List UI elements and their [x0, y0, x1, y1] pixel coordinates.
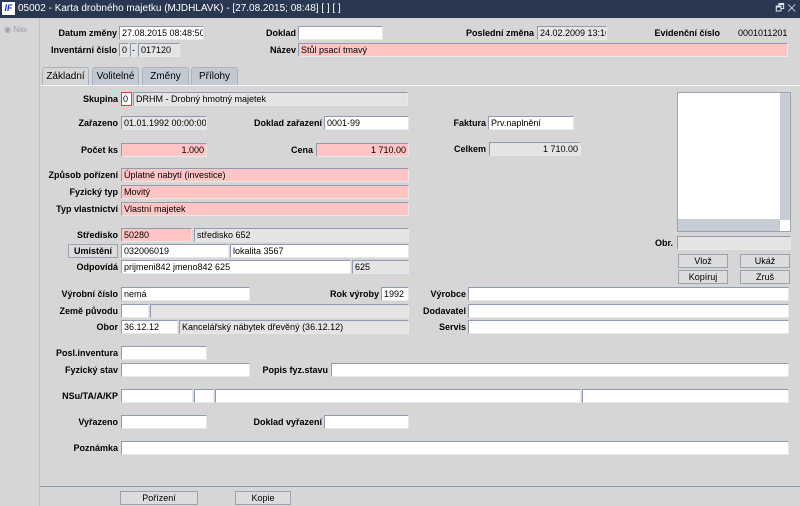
zeme-label: Země původu	[59, 306, 118, 316]
nsu-field-3[interactable]	[215, 389, 581, 403]
nsu-label: NSu/TA/A/KP	[62, 391, 118, 401]
nav-button[interactable]: ◉ Nav	[4, 25, 27, 34]
vloz-button[interactable]: Vlož	[678, 254, 728, 268]
tab-zakladni[interactable]: Základní	[42, 67, 89, 85]
celkem-label: Celkem	[453, 144, 486, 154]
horizontal-scrollbar[interactable]	[678, 219, 780, 231]
obr-label: Obr.	[654, 238, 673, 248]
vertical-scrollbar[interactable]	[780, 93, 790, 220]
cena-field[interactable]: 1 710.00	[316, 143, 409, 157]
stredisko-desc-field: středisko 652	[194, 228, 409, 242]
fyz-typ-label: Fyzický typ	[69, 187, 118, 197]
posledni-zmena-label: Poslední změna	[465, 28, 534, 38]
zrus-button[interactable]: Zruš	[740, 270, 790, 284]
vyrobce-field[interactable]	[468, 287, 789, 301]
nazev-field[interactable]: Stůl psací tmavý	[298, 43, 788, 57]
evidencni-cislo-value: 0001011201	[738, 28, 788, 38]
sidebar: ◉ Nav	[0, 18, 40, 506]
obor-field[interactable]: 36.12.12	[121, 320, 178, 334]
rok-field[interactable]: 1992	[381, 287, 409, 301]
zarazeno-label: Zařazeno	[78, 118, 118, 128]
zeme-field[interactable]	[121, 304, 149, 318]
poznamka-label: Poznámka	[73, 443, 118, 453]
popis-fyz-field[interactable]	[331, 363, 789, 377]
zeme-desc-field	[150, 304, 409, 318]
inventarni-cislo-label: Inventární číslo	[50, 45, 117, 55]
title-bar: IF 05002 - Karta drobného majetku (MJDHL…	[0, 0, 800, 18]
obor-label: Obor	[96, 322, 119, 332]
typ-vl-label: Typ vlastnictví	[56, 204, 118, 214]
pocet-label: Počet ks	[80, 145, 118, 155]
rok-label: Rok výroby	[329, 289, 379, 299]
doklad-zarazeni-label: Doklad zařazení	[253, 118, 322, 128]
vyrobni-label: Výrobní číslo	[61, 289, 118, 299]
evidencni-cislo-label: Evidenční číslo	[654, 28, 720, 38]
celkem-field: 1 710.00	[489, 142, 581, 156]
posl-inv-label: Posl.inventura	[55, 348, 118, 358]
window-controls[interactable]: 🗗 ✕	[775, 0, 796, 18]
odpovida-field[interactable]: prijmeni842 jmeno842 625	[121, 260, 351, 274]
vyrobni-field[interactable]: nemá	[121, 287, 250, 301]
obr-field	[677, 236, 791, 250]
doklad-vyrazeni-label: Doklad vyřazení	[253, 417, 322, 427]
skupina-label: Skupina	[82, 94, 118, 104]
posledni-zmena-field: 24.02.2009 13:16	[537, 26, 607, 40]
nsu-field-2[interactable]	[194, 389, 214, 403]
vyrobce-label: Výrobce	[430, 289, 466, 299]
tab-prilohy[interactable]: Přílohy	[191, 67, 238, 85]
inv-prefix-field: 0	[119, 43, 129, 57]
pocet-field[interactable]: 1.000	[121, 143, 207, 157]
fyz-stav-label: Fyzický stav	[64, 365, 118, 375]
vyrazeno-label: Vyřazeno	[78, 417, 118, 427]
doklad-zarazeni-field[interactable]: 0001-99	[324, 116, 409, 130]
faktura-label: Faktura	[453, 118, 486, 128]
odpovida-label: Odpovídá	[76, 262, 118, 272]
fyz-typ-field[interactable]: Movitý	[121, 185, 409, 199]
nsu-field-1[interactable]	[121, 389, 193, 403]
nsu-field-4[interactable]	[582, 389, 789, 403]
ukaz-button[interactable]: Ukáž	[740, 254, 790, 268]
kopiruj-button[interactable]: Kopíruj	[678, 270, 728, 284]
servis-label: Servis	[438, 322, 466, 332]
typ-vl-field[interactable]: Vlastní majetek	[121, 202, 409, 216]
nazev-label: Název	[269, 45, 296, 55]
cena-label: Cena	[290, 145, 313, 155]
image-preview	[677, 92, 791, 232]
posl-inv-field[interactable]	[121, 346, 207, 360]
stredisko-label: Středisko	[76, 230, 118, 240]
skupina-code-field[interactable]: 0	[121, 92, 132, 106]
doklad-label: Doklad	[265, 28, 296, 38]
faktura-field[interactable]: Prv.naplnění	[488, 116, 574, 130]
porizeni-button[interactable]: Pořízení	[120, 491, 198, 505]
obor-desc-field: Kancelářský nábytek dřevěný (36.12.12)	[179, 320, 409, 334]
dodavatel-label: Dodavatel	[422, 306, 466, 316]
window-title: 05002 - Karta drobného majetku (MJDHLAVK…	[18, 3, 341, 14]
zarazeno-field: 01.01.1992 00:00:00	[121, 116, 207, 130]
tab-volitelne[interactable]: Volitelné	[92, 67, 139, 85]
datum-zmeny-label: Datum změny	[58, 28, 117, 38]
doklad-field[interactable]	[298, 26, 383, 40]
app-logo-icon: IF	[2, 2, 15, 15]
doklad-vyrazeni-field[interactable]	[324, 415, 409, 429]
dodavatel-field[interactable]	[468, 304, 789, 318]
stredisko-field[interactable]: 50280	[121, 228, 192, 242]
popis-fyz-label: Popis fyz.stavu	[262, 365, 328, 375]
inv-sep: -	[130, 43, 137, 57]
vyrazeno-field[interactable]	[121, 415, 207, 429]
fyz-stav-field[interactable]	[121, 363, 250, 377]
servis-field[interactable]	[468, 320, 789, 334]
datum-zmeny-field[interactable]: 27.08.2015 08:48:50	[119, 26, 204, 40]
skupina-desc-field: DRHM - Drobný hmotný majetek	[133, 92, 408, 106]
umisteni-button[interactable]: Umistění	[68, 244, 118, 258]
umisteni-desc-field[interactable]: lokalita 3567	[230, 244, 409, 258]
tab-zmeny[interactable]: Změny	[142, 67, 189, 85]
zpusob-field[interactable]: Úplatné nabytí (investice)	[121, 168, 409, 182]
odpovida-code-field: 625	[352, 260, 409, 274]
zpusob-label: Způsob pořízení	[48, 170, 119, 180]
kopie-button[interactable]: Kopie	[235, 491, 291, 505]
inv-number-field: 017120	[138, 43, 180, 57]
umisteni-field[interactable]: 032006019	[121, 244, 229, 258]
poznamka-field[interactable]	[121, 441, 789, 455]
